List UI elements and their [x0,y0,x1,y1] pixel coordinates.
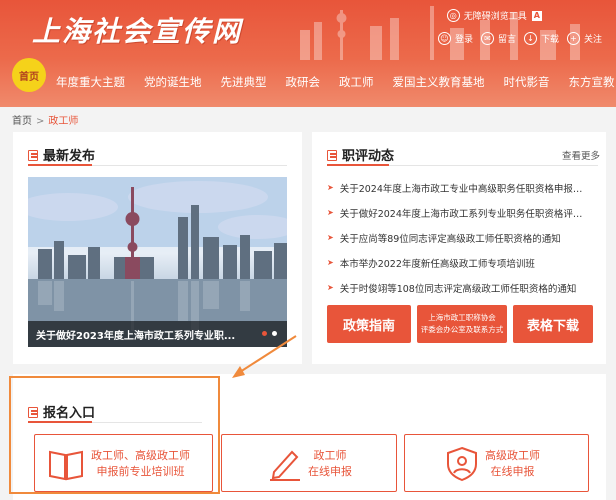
news-item[interactable]: ➤ 关于时俊翊等108位同志评定高级政工师任职资格的通知 [327,275,587,300]
slide-dot-1[interactable] [262,331,267,336]
policy-guide-button[interactable]: 政策指南 [327,305,411,343]
nav-item-annual-theme[interactable]: 年度重大主题 [56,74,125,90]
site-header: 上海社会宣传网 ◎ 无障碍浏览工具 A ☺ 登录 ✉ 留言 ↓ 下载 + 关注 … [0,0,616,107]
senior-card-label: 高级政工师 在线申报 [485,449,540,478]
download-icon: ↓ [523,32,537,45]
nav-home[interactable]: 首页 [12,58,46,92]
main-nav: 首页 年度重大主题 党的诞生地 先进典型 政研会 政工师 爱国主义教育基地 时代… [0,58,616,104]
follow-link[interactable]: + 关注 [566,32,602,45]
follow-label: 关注 [583,35,602,45]
document-icon [327,149,338,161]
user-menu: ☺ 登录 ✉ 留言 ↓ 下载 + 关注 [437,32,602,45]
senior-political-worker-apply-card[interactable]: 高级政工师 在线申报 [404,434,589,492]
slide-caption[interactable]: 关于做好2023年度上海市政工系列专业职... [36,327,235,342]
highlight-box [9,376,220,494]
latest-title: 最新发布 [28,145,95,164]
shield-user-icon [447,446,477,482]
committee-line-1: 上海市政工职称协会 [428,313,496,322]
committee-line-2: 评委会办公室及联系方式 [420,325,504,334]
breadcrumb: 首页 > 政工师 [12,112,78,127]
nav-item-east-education[interactable]: 东方宣教 [569,74,615,90]
political-worker-apply-card[interactable]: 政工师 在线申报 [221,434,397,492]
login-label: 登录 [454,35,473,45]
news-list: ➤ 关于2024年度上海市政工专业中高级职务任职资格申报前... ➤ 关于做好202… [327,175,587,300]
slide-caption-bar: 关于做好2023年度上海市政工系列专业职... [28,321,287,347]
news-more-link[interactable]: 查看更多 [562,148,600,162]
breadcrumb-separator: > [36,116,45,127]
news-title: 职评动态 [327,145,394,164]
news-title-underline [327,164,389,166]
message-label: 留言 [497,35,516,45]
news-item[interactable]: ➤ 本市举办2022年度新任高级政工师专项培训班 [327,250,587,275]
news-title-rule [389,165,598,166]
download-link[interactable]: ↓ 下载 [523,32,559,45]
nav-items: 年度重大主题 党的诞生地 先进典型 政研会 政工师 爱国主义教育基地 时代影音 … [56,74,616,90]
message-icon: ✉ [480,32,494,45]
nav-item-media[interactable]: 时代影音 [504,74,550,90]
accessibility-icon: ◎ [446,9,460,22]
arrow-right-icon: ➤ [327,233,334,242]
arrow-right-icon: ➤ [327,283,334,292]
nav-item-patriotic-bases[interactable]: 爱国主义教育基地 [393,74,485,90]
form-download-button[interactable]: 表格下载 [513,305,593,343]
slide-dot-2[interactable] [272,331,277,336]
news-item[interactable]: ➤ 关于应尚等89位同志评定高级政工师任职资格的通知 [327,225,587,250]
nav-item-political-worker[interactable]: 政工师 [339,74,374,90]
latest-title-text: 最新发布 [43,149,96,164]
accessibility-label: 无障碍浏览工具 [463,12,527,22]
login-link[interactable]: ☺ 登录 [437,32,473,45]
site-logo[interactable]: 上海社会宣传网 [32,10,242,50]
arrow-right-icon: ➤ [327,208,334,217]
nav-item-party-birthplace[interactable]: 党的诞生地 [144,74,202,90]
slide-dots [262,331,277,336]
nav-item-research-society[interactable]: 政研会 [286,74,321,90]
document-icon [28,149,39,161]
arrow-right-icon: ➤ [327,258,334,267]
breadcrumb-current[interactable]: 政工师 [48,116,78,127]
user-icon: ☺ [437,32,451,45]
plus-icon: + [566,32,580,45]
news-item[interactable]: ➤ 关于2024年度上海市政工专业中高级职务任职资格申报前... [327,175,587,200]
breadcrumb-home[interactable]: 首页 [12,116,32,127]
download-label: 下载 [540,35,559,45]
news-item[interactable]: ➤ 关于做好2024年度上海市政工系列专业职务任职资格评审... [327,200,587,225]
committee-contact-button[interactable]: 上海市政工职称协会 评委会办公室及联系方式 [417,305,507,343]
latest-title-underline [28,164,92,166]
latest-title-rule [92,165,287,166]
news-title-text: 职评动态 [342,149,395,164]
arrow-right-icon: ➤ [327,183,334,192]
pen-icon [270,450,300,481]
accessibility-tools[interactable]: ◎ 无障碍浏览工具 A [446,9,542,22]
nav-item-role-models[interactable]: 先进典型 [221,74,267,90]
font-size-badge: A [531,10,542,21]
featured-slide[interactable]: 关于做好2023年度上海市政工系列专业职... [28,177,287,347]
political-worker-card-label: 政工师 在线申报 [308,449,352,478]
message-link[interactable]: ✉ 留言 [480,32,516,45]
